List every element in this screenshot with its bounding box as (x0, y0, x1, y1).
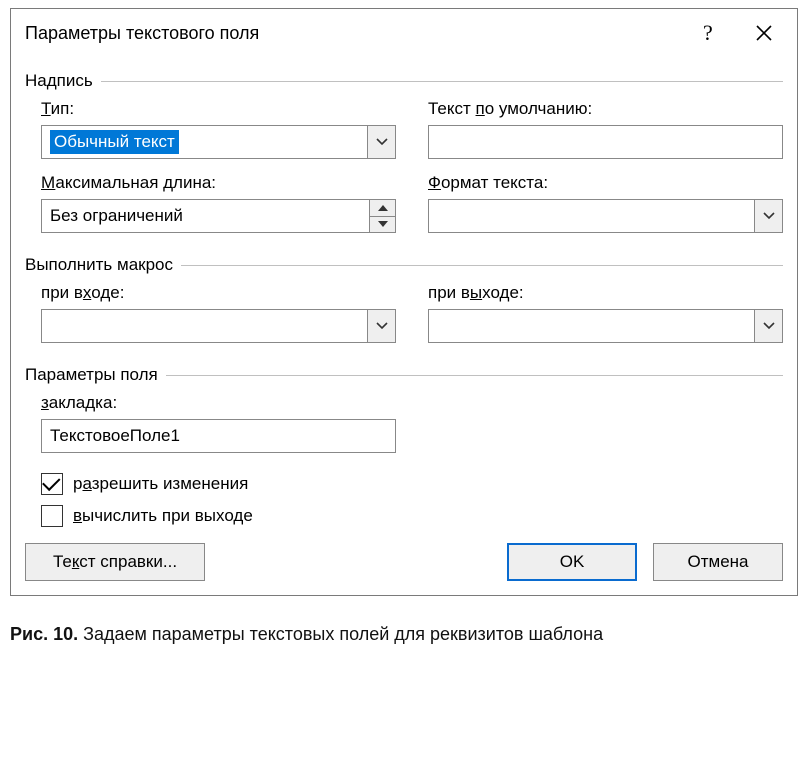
group-inscription-legend: Надпись (25, 71, 93, 91)
chevron-down-icon[interactable] (367, 126, 395, 158)
exit-macro-combobox[interactable] (428, 309, 783, 343)
text-format-combobox[interactable] (428, 199, 783, 233)
text-field-options-dialog: Параметры текстового поля ? Надпись Тип:… (10, 8, 798, 596)
chevron-down-icon[interactable] (367, 310, 395, 342)
allow-changes-checkbox[interactable] (41, 473, 63, 495)
default-text-label: Текст по умолчанию: (428, 99, 783, 119)
type-label: Тип: (41, 99, 396, 119)
exit-macro-label: при выходе: (428, 283, 783, 303)
chevron-down-icon[interactable] (754, 200, 782, 232)
titlebar: Параметры текстового поля ? (11, 9, 797, 57)
ok-button[interactable]: OK (507, 543, 637, 581)
calc-on-exit-label: вычислить при выходе (73, 506, 253, 526)
cancel-button[interactable]: Отмена (653, 543, 783, 581)
figure-caption: Рис. 10. Задаем параметры текстовых поле… (10, 624, 798, 645)
default-text-field[interactable] (429, 126, 782, 158)
group-inscription: Надпись Тип: Обычный текст (25, 71, 783, 247)
calc-on-exit-checkbox[interactable] (41, 505, 63, 527)
divider (181, 265, 783, 266)
bookmark-input[interactable] (41, 419, 396, 453)
spinner-down-icon[interactable] (370, 217, 395, 233)
divider (101, 81, 783, 82)
entry-macro-combobox[interactable] (41, 309, 396, 343)
svg-text:?: ? (703, 22, 713, 44)
group-macro: Выполнить макрос при входе: (25, 255, 783, 357)
dialog-button-row: Текст справки... OK Отмена (25, 543, 783, 581)
bookmark-label: закладка: (41, 393, 783, 413)
bookmark-field[interactable] (42, 420, 395, 452)
spinner-up-icon[interactable] (370, 200, 395, 217)
type-value: Обычный текст (50, 130, 179, 154)
figure-number: Рис. 10. (10, 624, 78, 644)
divider (166, 375, 783, 376)
max-length-label: Максимальная длина: (41, 173, 396, 193)
text-format-label: Формат текста: (428, 173, 783, 193)
help-button[interactable]: ? (683, 9, 737, 57)
allow-changes-label: разрешить изменения (73, 474, 248, 494)
exit-macro-value (429, 310, 754, 342)
type-combobox[interactable]: Обычный текст (41, 125, 396, 159)
max-length-value: Без ограничений (42, 200, 369, 232)
default-text-input[interactable] (428, 125, 783, 159)
allow-changes-checkbox-row[interactable]: разрешить изменения (41, 473, 783, 495)
entry-macro-label: при входе: (41, 283, 396, 303)
help-text-button[interactable]: Текст справки... (25, 543, 205, 581)
dialog-title: Параметры текстового поля (25, 23, 683, 44)
calc-on-exit-checkbox-row[interactable]: вычислить при выходе (41, 505, 783, 527)
entry-macro-value (42, 310, 367, 342)
figure-text: Задаем параметры текстовых полей для рек… (78, 624, 603, 644)
group-macro-legend: Выполнить макрос (25, 255, 173, 275)
group-field-legend: Параметры поля (25, 365, 158, 385)
max-length-spinner[interactable]: Без ограничений (41, 199, 396, 233)
chevron-down-icon[interactable] (754, 310, 782, 342)
group-field-params: Параметры поля закладка: разрешить измен… (25, 365, 783, 527)
close-button[interactable] (737, 9, 791, 57)
text-format-value (429, 200, 754, 232)
